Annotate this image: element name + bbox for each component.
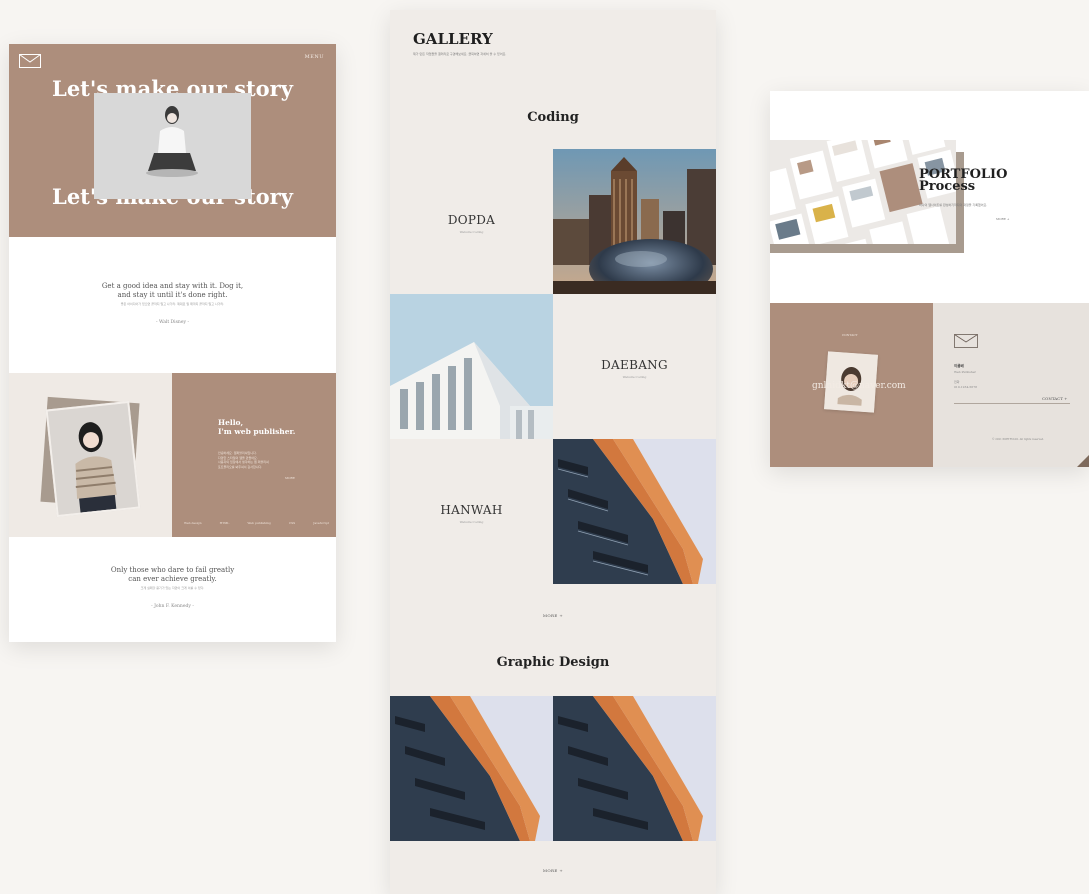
contact-name: 이름배 [954,364,964,368]
menu-button[interactable]: MENU [305,54,324,60]
intro-heading: Hello, I'm web publisher. [218,418,295,436]
portfolio-title: PORTFOLIO Process [919,168,1007,194]
gallery-page-mockup: GALLERY 제가 만든 작업들을 갤러리로 구경해보세요. 클릭하면 자세히… [390,10,716,894]
skill-item: HTML [219,521,230,525]
quote-block-1: Get a good idea and stay with it. Dog it… [9,282,336,309]
project-title: HANWAH [440,503,503,517]
project-subtitle: Website Coding [622,375,647,379]
intro-text-line: 사용자의 입장에서 생각하는 웹 퍼블리셔 [218,460,269,464]
design-thumbnail[interactable] [390,696,553,841]
contact-phone: 010-1234-5678 [954,385,978,389]
gallery-logo[interactable]: GALLERY [413,30,493,48]
skill-item: JavaScript [313,521,329,525]
quote-author: - John F. Kennedy - [151,604,194,609]
contact-email[interactable]: gnlnidkt@naver.com [812,381,906,391]
intro-heading-line: Hello, [218,418,244,427]
contact-info-label: 전화 [954,380,960,384]
hero-section: MENU Let's make our story Let's make our… [9,44,336,237]
photo-city-bean[interactable] [553,149,716,294]
portfolio-subtitle: 하나의 웹사이트를 완성하기까지의 과정을 기록했어요. [919,203,988,207]
project-title: DOPDA [447,213,496,227]
quote-line: Get a good idea and stay with it. Dog it… [101,282,244,290]
project-title: DAEBANG [601,358,668,372]
skill-item: Web publishing [247,521,271,525]
profile-photo [45,400,141,518]
mail-icon[interactable] [19,54,41,68]
skills-list: Web design HTML Web publishing CSS JavaS… [184,521,329,525]
gallery-subtitle: 제가 만든 작업들을 갤러리로 구경해보세요. 클릭하면 자세히 볼 수 있어요… [413,52,507,56]
intro-more-link[interactable]: MORE [285,476,295,480]
contact-label: CONTACT [842,333,858,337]
design-thumbnail[interactable] [553,696,716,841]
project-card-daebang[interactable]: DAEBANG Website Coding [553,294,716,439]
section-title-graphic-design: Graphic Design [496,655,610,670]
mail-icon[interactable] [954,334,978,348]
copyright-text: © 2021 PORTFOLIO. All rights reserved. [992,438,1045,441]
home-page-mockup: MENU Let's make our story Let's make our… [9,44,336,642]
divider [954,403,1070,404]
about-section: Hello, I'm web publisher. 안녕하세요. 웹퍼블리셔입니… [9,373,336,537]
contact-button[interactable]: CONTACT + [1042,396,1068,401]
photo-orange-balconies[interactable] [553,439,716,584]
intro-text-line: 포트폴리오를 봐주셔서 감사합니다. [218,464,263,469]
profile-photo-sitting [94,93,251,199]
intro-text: 안녕하세요. 웹퍼블리셔입니다. 다양한 스타일의 웹을 만들어요. 사용자의 … [218,451,269,469]
photo-white-building[interactable] [390,294,553,439]
quote-line: Only those who dare to fail greatly [110,566,235,574]
contact-role: Web Publisher [954,370,976,374]
portfolio-title-line: Process [919,179,976,194]
skill-item: Web design [184,521,202,525]
quote-line: can ever achieve greatly. [128,575,217,583]
quote-translation: 좋은 아이디어가 있으면 끝까지 밀고 나가라. 제대로 될 때까지 끝까지 밀… [120,302,225,306]
project-subtitle: Website Coding [459,520,484,524]
project-card-hanwah[interactable]: HANWAH Website Coding [390,439,553,584]
section-title-coding: Coding [527,110,579,125]
quote-block-2: Only those who dare to fail greatly can … [9,566,336,593]
corner-decoration [1077,455,1089,467]
portfolio-page-mockup: PORTFOLIO Process 하나의 웹사이트를 완성하기까지의 과정을 … [770,91,1089,467]
project-subtitle: Website Coding [459,230,484,234]
project-card-dopda[interactable]: DOPDA Website Coding [390,149,553,294]
quote-translation: 크게 실패할 용기가 있는 자만이 크게 이룰 수 있다. [140,586,205,590]
portfolio-more-link[interactable]: MORE + [996,217,1009,221]
quote-author: - Walt Disney - [156,320,189,325]
more-link-graphic-design[interactable]: MORE + [390,868,716,873]
more-link-coding[interactable]: MORE + [390,613,716,618]
intro-heading-line: I'm web publisher. [218,427,296,436]
skill-item: CSS [288,521,296,525]
quote-line: and stay it until it's done right. [117,291,228,299]
